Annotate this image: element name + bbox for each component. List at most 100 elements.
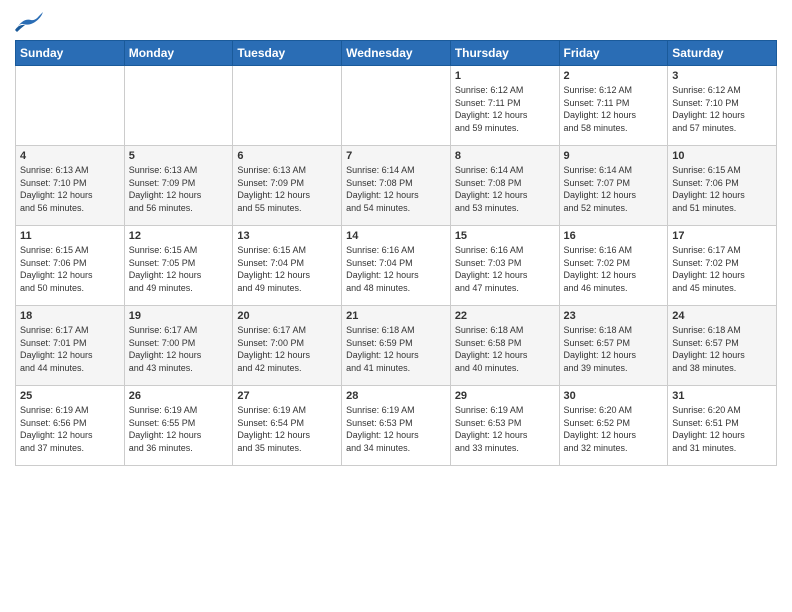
calendar-cell: 21 Sunrise: 6:18 AM Sunset: 6:59 PM Dayli… — [342, 306, 451, 386]
cell-content: Sunrise: 6:18 AM Sunset: 6:57 PM Dayligh… — [564, 324, 664, 374]
calendar-cell: 4 Sunrise: 6:13 AM Sunset: 7:10 PM Daylig… — [16, 146, 125, 226]
cell-content: Sunrise: 6:16 AM Sunset: 7:03 PM Dayligh… — [455, 244, 555, 294]
cell-content: Sunrise: 6:20 AM Sunset: 6:52 PM Dayligh… — [564, 404, 664, 454]
cell-content: Sunrise: 6:14 AM Sunset: 7:08 PM Dayligh… — [346, 164, 446, 214]
cell-content: Sunrise: 6:12 AM Sunset: 7:10 PM Dayligh… — [672, 84, 772, 134]
calendar-cell: 26 Sunrise: 6:19 AM Sunset: 6:55 PM Dayli… — [124, 386, 233, 466]
calendar-cell: 19Sunrise: 6:17 AM Sunset: 7:00 PM Dayli… — [124, 306, 233, 386]
calendar-cell: 30 Sunrise: 6:20 AM Sunset: 6:52 PM Dayli… — [559, 386, 668, 466]
calendar-cell: 1 Sunrise: 6:12 AM Sunset: 7:11 PM Daylig… — [450, 66, 559, 146]
calendar-week-2: 4 Sunrise: 6:13 AM Sunset: 7:10 PM Daylig… — [16, 146, 777, 226]
cell-content: Sunrise: 6:15 AM Sunset: 7:06 PM Dayligh… — [672, 164, 772, 214]
cell-content: Sunrise: 6:15 AM Sunset: 7:06 PM Dayligh… — [20, 244, 120, 294]
calendar-cell: 11 Sunrise: 6:15 AM Sunset: 7:06 PM Dayli… — [16, 226, 125, 306]
day-number: 20 — [237, 310, 337, 322]
cell-content: Sunrise: 6:19 AM Sunset: 6:56 PM Dayligh… — [20, 404, 120, 454]
day-number: 7 — [346, 150, 446, 162]
calendar-cell: 25 Sunrise: 6:19 AM Sunset: 6:56 PM Dayli… — [16, 386, 125, 466]
day-number: 24 — [672, 310, 772, 322]
calendar-header-tuesday: Tuesday — [233, 41, 342, 66]
day-number: 27 — [237, 390, 337, 402]
calendar-cell: 5 Sunrise: 6:13 AM Sunset: 7:09 PM Daylig… — [124, 146, 233, 226]
cell-content: Sunrise: 6:19 AM Sunset: 6:53 PM Dayligh… — [455, 404, 555, 454]
day-number: 29 — [455, 390, 555, 402]
calendar-cell: 31 Sunrise: 6:20 AM Sunset: 6:51 PM Dayli… — [668, 386, 777, 466]
day-number: 17 — [672, 230, 772, 242]
calendar-header-sunday: Sunday — [16, 41, 125, 66]
calendar-cell: 24 Sunrise: 6:18 AM Sunset: 6:57 PM Dayli… — [668, 306, 777, 386]
day-number: 23 — [564, 310, 664, 322]
day-number: 12 — [129, 230, 229, 242]
day-number: 21 — [346, 310, 446, 322]
cell-content: Sunrise: 6:12 AM Sunset: 7:11 PM Dayligh… — [455, 84, 555, 134]
calendar-cell: 10 Sunrise: 6:15 AM Sunset: 7:06 PM Dayli… — [668, 146, 777, 226]
cell-content: Sunrise: 6:16 AM Sunset: 7:02 PM Dayligh… — [564, 244, 664, 294]
calendar-header-friday: Friday — [559, 41, 668, 66]
calendar-cell: 8 Sunrise: 6:14 AM Sunset: 7:08 PM Daylig… — [450, 146, 559, 226]
calendar-cell: 29 Sunrise: 6:19 AM Sunset: 6:53 PM Dayli… — [450, 386, 559, 466]
calendar-cell: 2 Sunrise: 6:12 AM Sunset: 7:11 PM Daylig… — [559, 66, 668, 146]
calendar-week-1: 1 Sunrise: 6:12 AM Sunset: 7:11 PM Daylig… — [16, 66, 777, 146]
calendar-cell: 3Sunrise: 6:12 AM Sunset: 7:10 PM Daylig… — [668, 66, 777, 146]
calendar-cell: 23 Sunrise: 6:18 AM Sunset: 6:57 PM Dayli… — [559, 306, 668, 386]
calendar-week-3: 11 Sunrise: 6:15 AM Sunset: 7:06 PM Dayli… — [16, 226, 777, 306]
calendar-cell: 27Sunrise: 6:19 AM Sunset: 6:54 PM Dayli… — [233, 386, 342, 466]
logo — [15, 10, 47, 32]
page-header — [15, 10, 777, 32]
cell-content: Sunrise: 6:15 AM Sunset: 7:05 PM Dayligh… — [129, 244, 229, 294]
day-number: 22 — [455, 310, 555, 322]
calendar-header-thursday: Thursday — [450, 41, 559, 66]
cell-content: Sunrise: 6:17 AM Sunset: 7:01 PM Dayligh… — [20, 324, 120, 374]
day-number: 6 — [237, 150, 337, 162]
day-number: 2 — [564, 70, 664, 82]
day-number: 13 — [237, 230, 337, 242]
calendar-cell: 28 Sunrise: 6:19 AM Sunset: 6:53 PM Dayli… — [342, 386, 451, 466]
cell-content: Sunrise: 6:12 AM Sunset: 7:11 PM Dayligh… — [564, 84, 664, 134]
day-number: 18 — [20, 310, 120, 322]
logo-bird-icon — [15, 10, 43, 32]
cell-content: Sunrise: 6:13 AM Sunset: 7:09 PM Dayligh… — [129, 164, 229, 214]
day-number: 16 — [564, 230, 664, 242]
day-number: 1 — [455, 70, 555, 82]
cell-content: Sunrise: 6:19 AM Sunset: 6:55 PM Dayligh… — [129, 404, 229, 454]
calendar-cell: 17Sunrise: 6:17 AM Sunset: 7:02 PM Dayli… — [668, 226, 777, 306]
cell-content: Sunrise: 6:18 AM Sunset: 6:58 PM Dayligh… — [455, 324, 555, 374]
cell-content: Sunrise: 6:14 AM Sunset: 7:07 PM Dayligh… — [564, 164, 664, 214]
cell-content: Sunrise: 6:18 AM Sunset: 6:57 PM Dayligh… — [672, 324, 772, 374]
day-number: 4 — [20, 150, 120, 162]
calendar-cell: 6 Sunrise: 6:13 AM Sunset: 7:09 PM Daylig… — [233, 146, 342, 226]
calendar-cell: 9 Sunrise: 6:14 AM Sunset: 7:07 PM Daylig… — [559, 146, 668, 226]
day-number: 25 — [20, 390, 120, 402]
day-number: 11 — [20, 230, 120, 242]
day-number: 31 — [672, 390, 772, 402]
cell-content: Sunrise: 6:19 AM Sunset: 6:53 PM Dayligh… — [346, 404, 446, 454]
day-number: 15 — [455, 230, 555, 242]
day-number: 5 — [129, 150, 229, 162]
day-number: 30 — [564, 390, 664, 402]
day-number: 8 — [455, 150, 555, 162]
calendar-cell: 7 Sunrise: 6:14 AM Sunset: 7:08 PM Daylig… — [342, 146, 451, 226]
calendar-cell: 13 Sunrise: 6:15 AM Sunset: 7:04 PM Dayli… — [233, 226, 342, 306]
cell-content: Sunrise: 6:16 AM Sunset: 7:04 PM Dayligh… — [346, 244, 446, 294]
cell-content: Sunrise: 6:17 AM Sunset: 7:00 PM Dayligh… — [129, 324, 229, 374]
cell-content: Sunrise: 6:13 AM Sunset: 7:10 PM Dayligh… — [20, 164, 120, 214]
day-number: 9 — [564, 150, 664, 162]
cell-content: Sunrise: 6:15 AM Sunset: 7:04 PM Dayligh… — [237, 244, 337, 294]
calendar-cell — [342, 66, 451, 146]
calendar-cell: 18 Sunrise: 6:17 AM Sunset: 7:01 PM Dayli… — [16, 306, 125, 386]
cell-content: Sunrise: 6:17 AM Sunset: 7:00 PM Dayligh… — [237, 324, 337, 374]
calendar-week-4: 18 Sunrise: 6:17 AM Sunset: 7:01 PM Dayli… — [16, 306, 777, 386]
cell-content: Sunrise: 6:20 AM Sunset: 6:51 PM Dayligh… — [672, 404, 772, 454]
calendar-header-monday: Monday — [124, 41, 233, 66]
cell-content: Sunrise: 6:13 AM Sunset: 7:09 PM Dayligh… — [237, 164, 337, 214]
calendar-cell: 22 Sunrise: 6:18 AM Sunset: 6:58 PM Dayli… — [450, 306, 559, 386]
calendar-week-5: 25 Sunrise: 6:19 AM Sunset: 6:56 PM Dayli… — [16, 386, 777, 466]
day-number: 10 — [672, 150, 772, 162]
calendar-cell — [124, 66, 233, 146]
calendar-cell: 12 Sunrise: 6:15 AM Sunset: 7:05 PM Dayli… — [124, 226, 233, 306]
cell-content: Sunrise: 6:14 AM Sunset: 7:08 PM Dayligh… — [455, 164, 555, 214]
cell-content: Sunrise: 6:18 AM Sunset: 6:59 PM Dayligh… — [346, 324, 446, 374]
day-number: 26 — [129, 390, 229, 402]
calendar-cell: 15 Sunrise: 6:16 AM Sunset: 7:03 PM Dayli… — [450, 226, 559, 306]
day-number: 28 — [346, 390, 446, 402]
